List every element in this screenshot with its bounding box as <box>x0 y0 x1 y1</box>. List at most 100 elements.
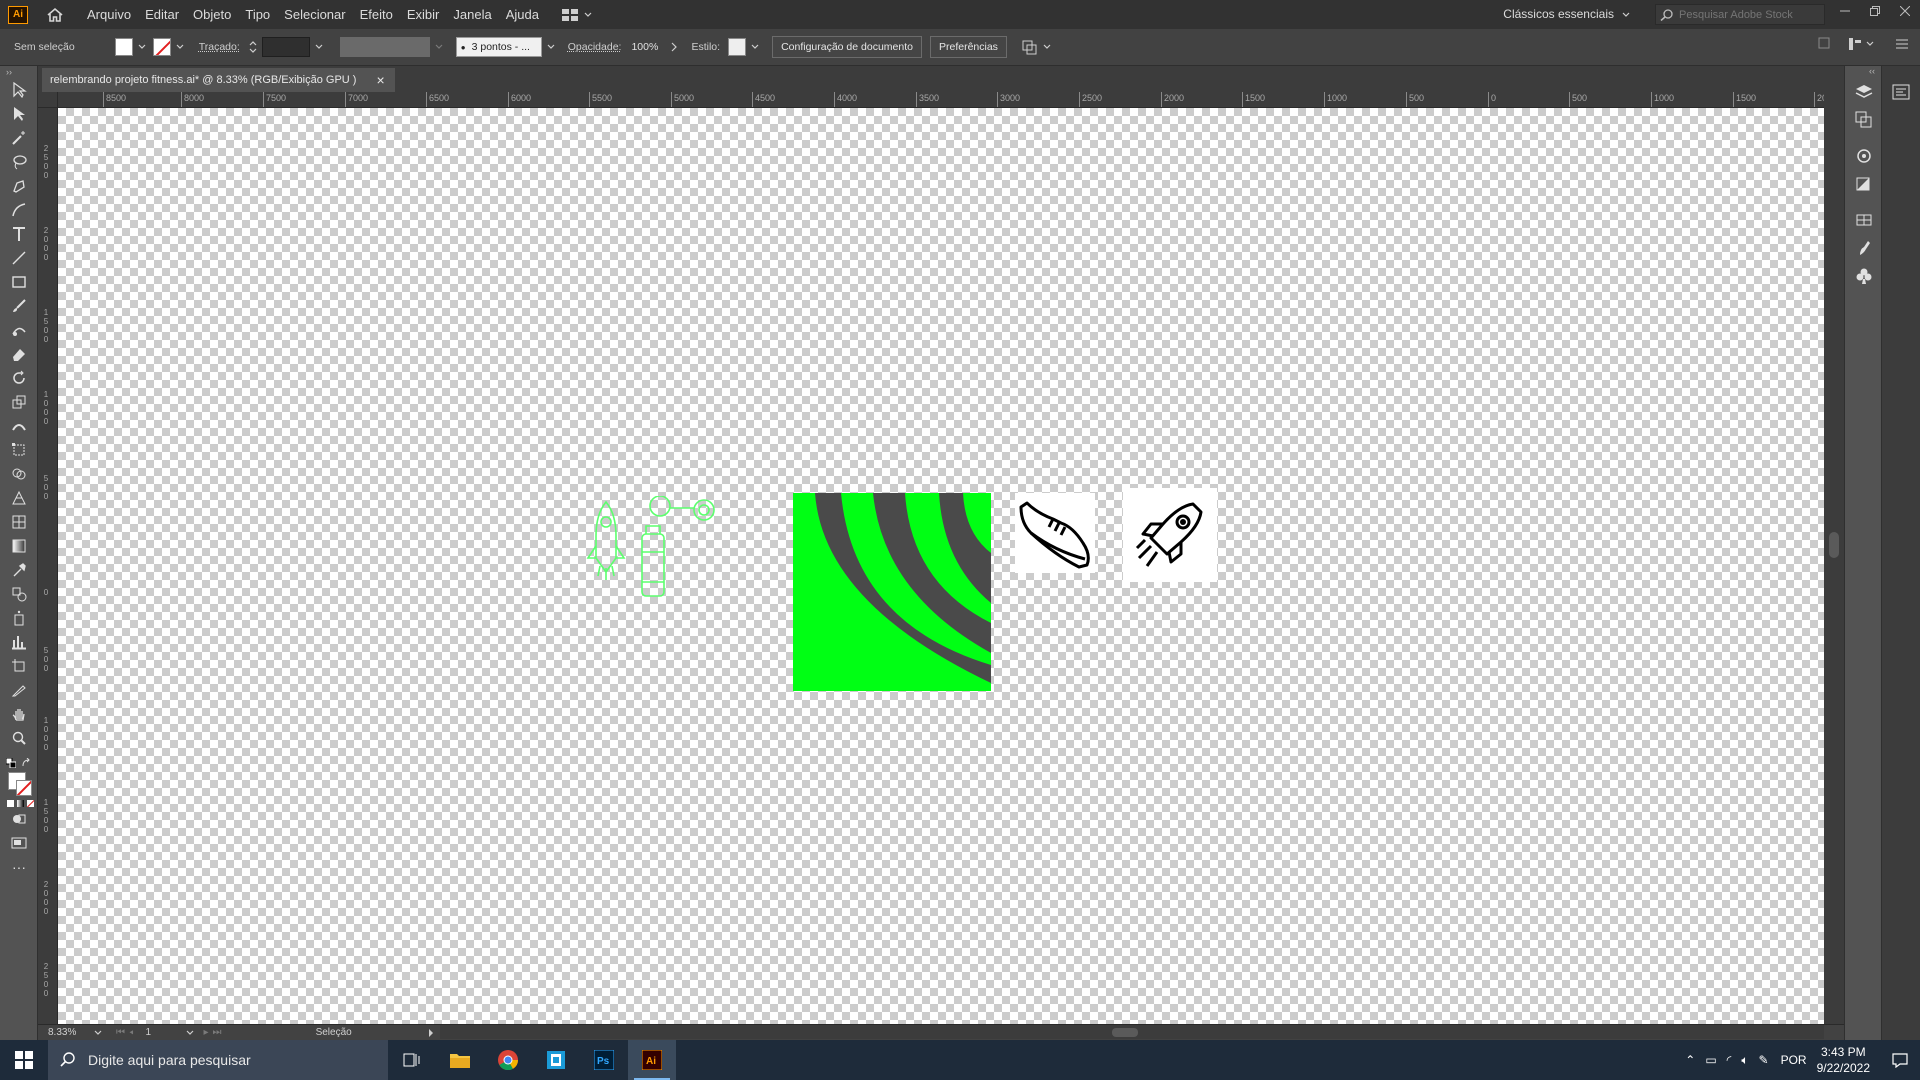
edit-toolbar-button[interactable]: ··· <box>0 855 38 879</box>
symbol-sprayer-tool[interactable] <box>0 606 38 630</box>
menu-arquivo[interactable]: Arquivo <box>80 0 138 29</box>
chevron-right-icon[interactable] <box>671 42 678 52</box>
vertical-scroll-thumb[interactable] <box>1829 532 1839 558</box>
stepper-icon[interactable] <box>248 39 258 55</box>
magic-wand-tool[interactable] <box>0 126 38 150</box>
minimize-button[interactable] <box>1830 0 1860 22</box>
stroke-proxy[interactable] <box>16 780 32 796</box>
chevron-down-icon[interactable] <box>1043 44 1051 50</box>
rotate-tool[interactable] <box>0 366 38 390</box>
brushes-panel-button[interactable] <box>1845 234 1883 262</box>
zoom-tool[interactable] <box>0 726 38 750</box>
swap-colors-icon[interactable] <box>21 758 31 768</box>
horizontal-scroll-thumb[interactable] <box>1112 1028 1138 1037</box>
chevron-up-icon[interactable]: ⌃ <box>1685 1053 1695 1067</box>
menu-lines-icon[interactable] <box>1896 39 1908 52</box>
default-colors-icon[interactable] <box>6 758 16 768</box>
paintbrush-tool[interactable] <box>0 294 38 318</box>
screen-mode-tool[interactable] <box>0 831 38 855</box>
line-tool[interactable] <box>0 246 38 270</box>
curvature-tool[interactable] <box>0 198 38 222</box>
arrange-documents-button[interactable] <box>561 8 592 21</box>
fitness-outline-icons[interactable] <box>584 496 794 612</box>
eraser-tool[interactable] <box>0 342 38 366</box>
chevron-down-icon[interactable] <box>94 1030 102 1036</box>
mesh-tool[interactable] <box>0 510 38 534</box>
sneaker-artwork[interactable] <box>1015 493 1095 573</box>
free-transform-tool[interactable] <box>0 438 38 462</box>
column-graph-tool[interactable] <box>0 630 38 654</box>
menu-efeito[interactable]: Efeito <box>353 0 400 29</box>
fill-swatch[interactable] <box>114 38 133 56</box>
perspective-grid-tool[interactable] <box>0 486 38 510</box>
menu-selecionar[interactable]: Selecionar <box>277 0 352 29</box>
graphic-styles-panel-button[interactable] <box>1845 170 1883 198</box>
green-swirl-artwork[interactable] <box>793 493 991 691</box>
drawing-modes-tool[interactable] <box>0 807 38 831</box>
pen-tool[interactable] <box>0 174 38 198</box>
stroke-weight-field[interactable] <box>261 37 310 57</box>
stroke-dropdown[interactable] <box>175 42 185 52</box>
rectangle-tool[interactable] <box>0 270 38 294</box>
opacity-field[interactable]: 100% <box>627 37 667 57</box>
fill-dropdown[interactable] <box>137 42 147 52</box>
lasso-tool[interactable] <box>0 150 38 174</box>
style-swatch[interactable] <box>728 38 747 56</box>
photoshop-app[interactable]: Ps <box>580 1040 628 1080</box>
zoom-level[interactable]: 8.33% <box>48 1027 94 1038</box>
slice-tool[interactable] <box>0 678 38 702</box>
shaper-tool[interactable] <box>0 318 38 342</box>
rocket-artwork[interactable] <box>1123 488 1217 582</box>
blend-tool[interactable] <box>0 582 38 606</box>
gradient-tool[interactable] <box>0 534 38 558</box>
collapse-panel-icon[interactable]: ›› <box>0 66 38 78</box>
language-indicator[interactable]: POR <box>1781 1053 1807 1067</box>
menu-janela[interactable]: Janela <box>446 0 498 29</box>
chevron-down-icon[interactable] <box>186 1030 194 1036</box>
width-tool[interactable] <box>0 414 38 438</box>
arrange-icon[interactable] <box>1021 39 1039 55</box>
vertical-ruler[interactable]: 2500 2000 1500 1000 500 0 500 1000 1500 … <box>38 108 58 1024</box>
horizontal-ruler[interactable]: 8500 8000 7500 7000 6500 6000 5500 5000 … <box>58 92 1824 108</box>
taskbar-clock[interactable]: 3:43 PM 9/22/2022 <box>1817 1044 1870 1076</box>
artboard-tool[interactable] <box>0 654 38 678</box>
none-mode[interactable] <box>27 800 34 807</box>
close-tab-icon[interactable]: × <box>376 72 384 88</box>
chevron-right-icon[interactable] <box>428 1028 434 1037</box>
appearance-panel-button[interactable] <box>1845 142 1883 170</box>
opacity-label[interactable]: Opacidade: <box>568 41 622 53</box>
artboard-canvas[interactable] <box>58 108 1824 1024</box>
gradient-mode[interactable] <box>17 800 24 807</box>
restore-button[interactable] <box>1860 0 1890 22</box>
start-button[interactable] <box>0 1040 48 1080</box>
properties-panel-button[interactable] <box>1882 78 1920 106</box>
notifications-button[interactable] <box>1880 1052 1920 1068</box>
profile-dropdown[interactable] <box>434 42 444 52</box>
collapse-dock-icon[interactable]: ‹‹ <box>1845 66 1881 78</box>
battery-icon[interactable]: ▭ <box>1705 1053 1716 1067</box>
close-window-button[interactable] <box>1890 0 1920 22</box>
pen-input-icon[interactable]: ✎ <box>1759 1053 1769 1067</box>
stroke-weight-dropdown[interactable] <box>314 42 324 52</box>
ruler-origin[interactable] <box>38 92 58 108</box>
vertical-scrollbar[interactable] <box>1824 92 1844 1024</box>
artboard-number[interactable]: 1 <box>146 1027 186 1038</box>
preferences-button[interactable]: Preferências <box>929 36 1007 58</box>
document-setup-button[interactable]: Configuração de documento <box>772 36 922 58</box>
chrome-app[interactable] <box>484 1040 532 1080</box>
stroke-swatch[interactable] <box>152 38 171 56</box>
scale-tool[interactable] <box>0 390 38 414</box>
horizontal-scrollbar[interactable] <box>440 1025 1824 1039</box>
variable-width-profile[interactable] <box>339 37 430 57</box>
wifi-icon[interactable]: ◜ <box>1727 1053 1732 1067</box>
menu-tipo[interactable]: Tipo <box>238 0 277 29</box>
shape-builder-tool[interactable] <box>0 462 38 486</box>
volume-icon[interactable]: 🔈︎ <box>1741 1053 1748 1068</box>
selection-tool[interactable] <box>0 78 38 102</box>
workspace-switcher[interactable]: Clássicos essenciais <box>1503 0 1630 29</box>
panel-toggle-button[interactable] <box>1848 37 1874 51</box>
menu-objeto[interactable]: Objeto <box>186 0 238 29</box>
taskbar-search[interactable]: Digite aqui para pesquisar <box>48 1040 388 1080</box>
document-tab[interactable]: relembrando projeto fitness.ai* @ 8.33% … <box>42 68 395 92</box>
stock-search[interactable] <box>1655 4 1825 25</box>
